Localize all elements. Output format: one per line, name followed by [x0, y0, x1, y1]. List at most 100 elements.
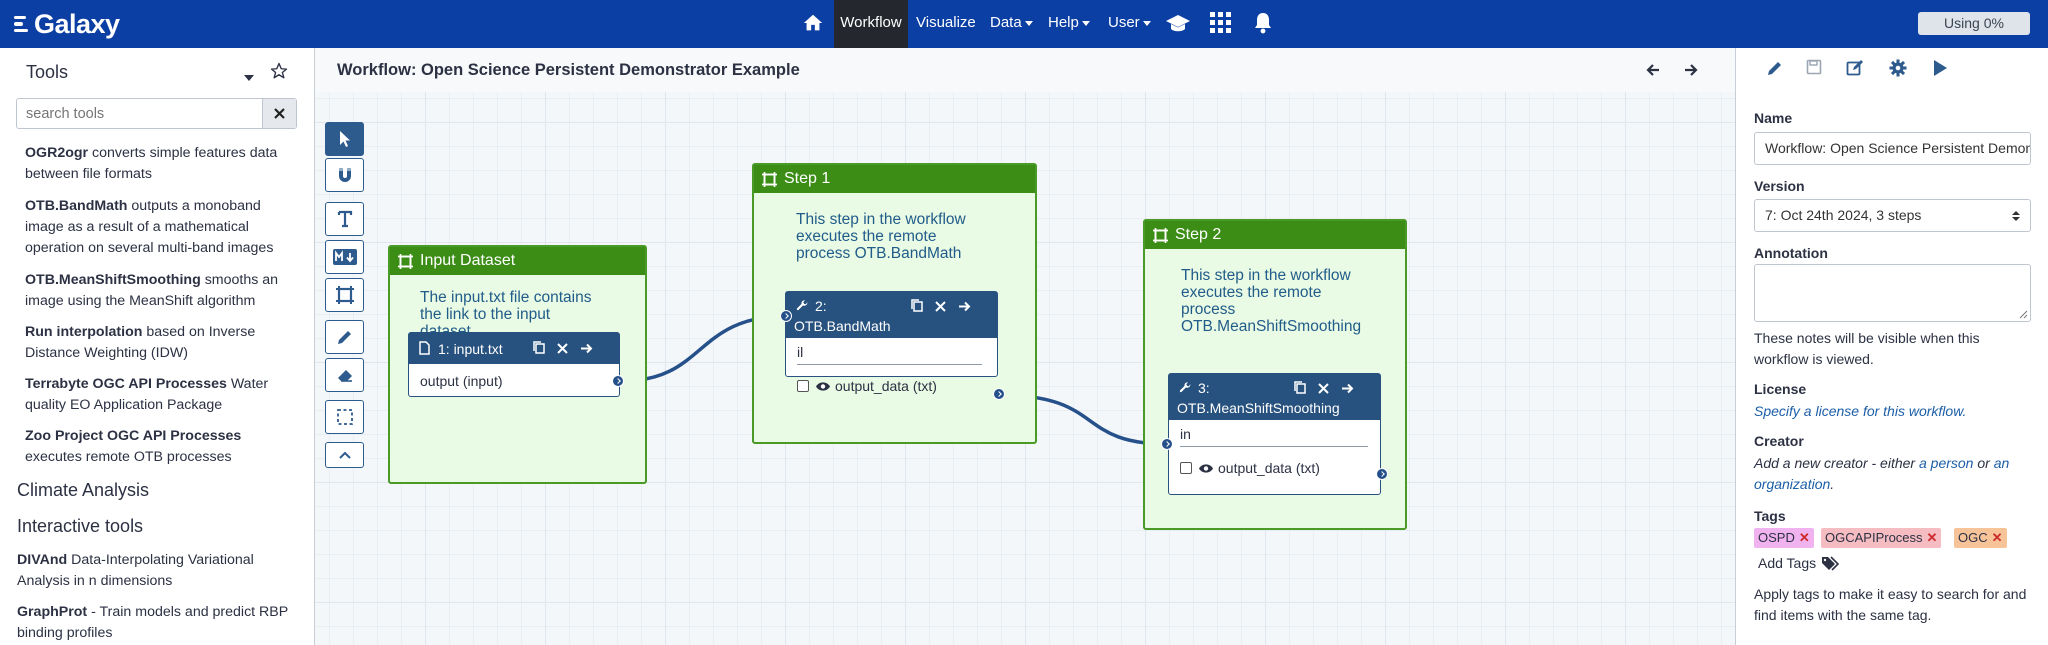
output-checkbox[interactable]: [797, 380, 809, 392]
output-terminal[interactable]: [1376, 468, 1388, 480]
tool-item-divand[interactable]: DIVAnd Data-Interpolating Variational An…: [17, 550, 302, 592]
section-interactive-tools[interactable]: Interactive tools: [17, 516, 143, 537]
annotation-textarea[interactable]: [1754, 264, 2031, 322]
tool-desc: binding profiles: [17, 625, 113, 641]
resize-handle-icon[interactable]: [2018, 309, 2028, 319]
node-output: output (input): [420, 373, 503, 389]
galaxy-brand[interactable]: Galaxy: [14, 7, 120, 41]
tool-item-zoo-project[interactable]: Zoo Project OGC API Processes executes r…: [25, 426, 295, 468]
node-otb-meanshift[interactable]: 3: OTB.MeanShiftSmoothing in output_data…: [1168, 373, 1381, 495]
close-icon[interactable]: ✕: [1992, 530, 2003, 545]
node-input-txt[interactable]: 1: input.txt output (input): [408, 332, 624, 397]
box-select-button[interactable]: [325, 400, 364, 434]
node-tool-name: OTB.MeanShiftSmoothing: [1177, 400, 1340, 416]
tool-item-ogr2ogr[interactable]: OGR2ogr converts simple features data be…: [25, 143, 295, 185]
edit-attributes-icon[interactable]: [1846, 59, 1864, 81]
section-climate-analysis[interactable]: Climate Analysis: [17, 480, 149, 501]
nav-user[interactable]: User: [1108, 0, 1151, 48]
add-organization-link[interactable]: organization: [1754, 476, 1830, 492]
add-person-link[interactable]: a person: [1919, 455, 1973, 471]
bell-icon[interactable]: [1254, 12, 1272, 36]
version-select[interactable]: 7: Oct 24th 2024, 3 steps: [1754, 199, 2031, 232]
input-terminal[interactable]: [780, 310, 792, 322]
markdown-tool-button[interactable]: [325, 240, 364, 274]
run-play-icon[interactable]: [1932, 59, 1948, 81]
arrow-right-icon[interactable]: [958, 299, 971, 315]
input-terminal[interactable]: [1161, 438, 1173, 450]
pointer-tool-button[interactable]: [325, 122, 364, 156]
arrow-right-icon[interactable]: [1341, 381, 1354, 397]
version-value: 7: Oct 24th 2024, 3 steps: [1765, 207, 1922, 223]
node-output: output_data (txt): [835, 378, 937, 394]
eraser-button[interactable]: [325, 358, 364, 392]
eye-icon[interactable]: [1198, 463, 1214, 474]
arrow-right-icon[interactable]: [580, 341, 593, 357]
chevron-down-icon[interactable]: [244, 70, 254, 86]
close-icon: [274, 108, 285, 119]
tag-ogcapiprocess[interactable]: OGCAPIProcess ✕: [1821, 528, 1942, 548]
frame-text-line: process OTB.BandMath: [796, 245, 962, 262]
frame-tool-button[interactable]: [325, 278, 364, 312]
copy-icon[interactable]: [911, 299, 923, 315]
home-icon[interactable]: [802, 12, 824, 36]
nav-help[interactable]: Help: [1048, 0, 1090, 48]
name-field[interactable]: Workflow: Open Science Persistent Demons…: [1754, 132, 2031, 165]
add-organization-link-part1[interactable]: an: [1994, 455, 2010, 471]
output-terminal[interactable]: [612, 375, 624, 387]
name-label: Name: [1754, 110, 1793, 126]
tool-desc: Water: [226, 376, 269, 392]
tool-desc: operation on several multi-band images: [25, 240, 274, 256]
collapse-toolbar-button[interactable]: [325, 442, 364, 468]
usage-meter[interactable]: Using 0%: [1918, 12, 2030, 35]
tag-text: OGCAPIProcess: [1825, 530, 1923, 545]
divider: [1180, 446, 1368, 447]
node-otb-bandmath[interactable]: 2: OTB.BandMath il output_data (txt): [785, 291, 998, 394]
add-tags-button[interactable]: Add Tags: [1758, 555, 1840, 571]
tags-help: Apply tags to make it easy to search for…: [1754, 584, 2039, 626]
clear-search-button[interactable]: [262, 99, 296, 128]
chevron-down-icon: [1142, 20, 1151, 26]
nav-workflow[interactable]: Workflow: [834, 0, 908, 48]
freehand-pen-button[interactable]: [325, 320, 364, 354]
tool-item-run-interpolation[interactable]: Run interpolation based on Inverse Dista…: [25, 322, 295, 364]
close-icon[interactable]: ✕: [1799, 530, 1810, 545]
frame-title: Step 2: [1175, 226, 1222, 243]
nav-visualize[interactable]: Visualize: [916, 0, 976, 48]
divider: [797, 364, 982, 365]
copy-icon[interactable]: [1294, 381, 1306, 397]
nav-data[interactable]: Data: [990, 0, 1033, 48]
redo-arrow-right-icon[interactable]: [1683, 62, 1699, 82]
help-line: workflow is viewed.: [1754, 351, 1874, 367]
version-label: Version: [1754, 178, 1805, 194]
eye-icon[interactable]: [815, 381, 831, 392]
tool-item-otb-meanshift[interactable]: OTB.MeanShiftSmoothing smooths an image …: [25, 270, 295, 312]
tool-item-terrabyte[interactable]: Terrabyte OGC API Processes Water qualit…: [25, 374, 295, 416]
save-icon[interactable]: [1806, 59, 1822, 79]
apps-grid-icon[interactable]: [1210, 12, 1231, 36]
license-link[interactable]: Specify a license for this workflow.: [1754, 401, 2039, 422]
text-tool-button[interactable]: [325, 202, 364, 236]
wrench-icon: [796, 299, 809, 315]
tag-ospd[interactable]: OSPD ✕: [1754, 528, 1814, 548]
nav-user-label: User: [1108, 14, 1140, 31]
close-icon[interactable]: [1318, 381, 1329, 397]
close-icon[interactable]: [935, 299, 946, 315]
tool-item-otb-bandmath[interactable]: OTB.BandMath outputs a monoband image as…: [25, 196, 295, 259]
tool-item-graphprot[interactable]: GraphProt - Train models and predict RBP…: [17, 602, 302, 644]
undo-arrow-left-icon[interactable]: [1645, 62, 1661, 82]
search-tools-input[interactable]: [17, 99, 263, 128]
tool-search: [16, 98, 297, 129]
output-checkbox[interactable]: [1180, 462, 1192, 474]
attributes-panel: Name Workflow: Open Science Persistent D…: [1735, 48, 2048, 645]
star-icon[interactable]: [270, 62, 288, 84]
snap-magnet-button[interactable]: [325, 158, 364, 192]
close-icon[interactable]: [557, 341, 568, 357]
gear-icon[interactable]: [1889, 59, 1907, 81]
close-icon[interactable]: ✕: [1927, 530, 1938, 545]
pencil-icon[interactable]: [1766, 59, 1784, 81]
copy-icon[interactable]: [533, 341, 545, 357]
graduation-cap-icon[interactable]: [1165, 12, 1191, 36]
workflow-canvas[interactable]: Input Dataset The input.txt file contain…: [315, 92, 1735, 645]
tag-ogc[interactable]: OGC ✕: [1954, 528, 2007, 548]
output-terminal[interactable]: [993, 388, 1005, 400]
